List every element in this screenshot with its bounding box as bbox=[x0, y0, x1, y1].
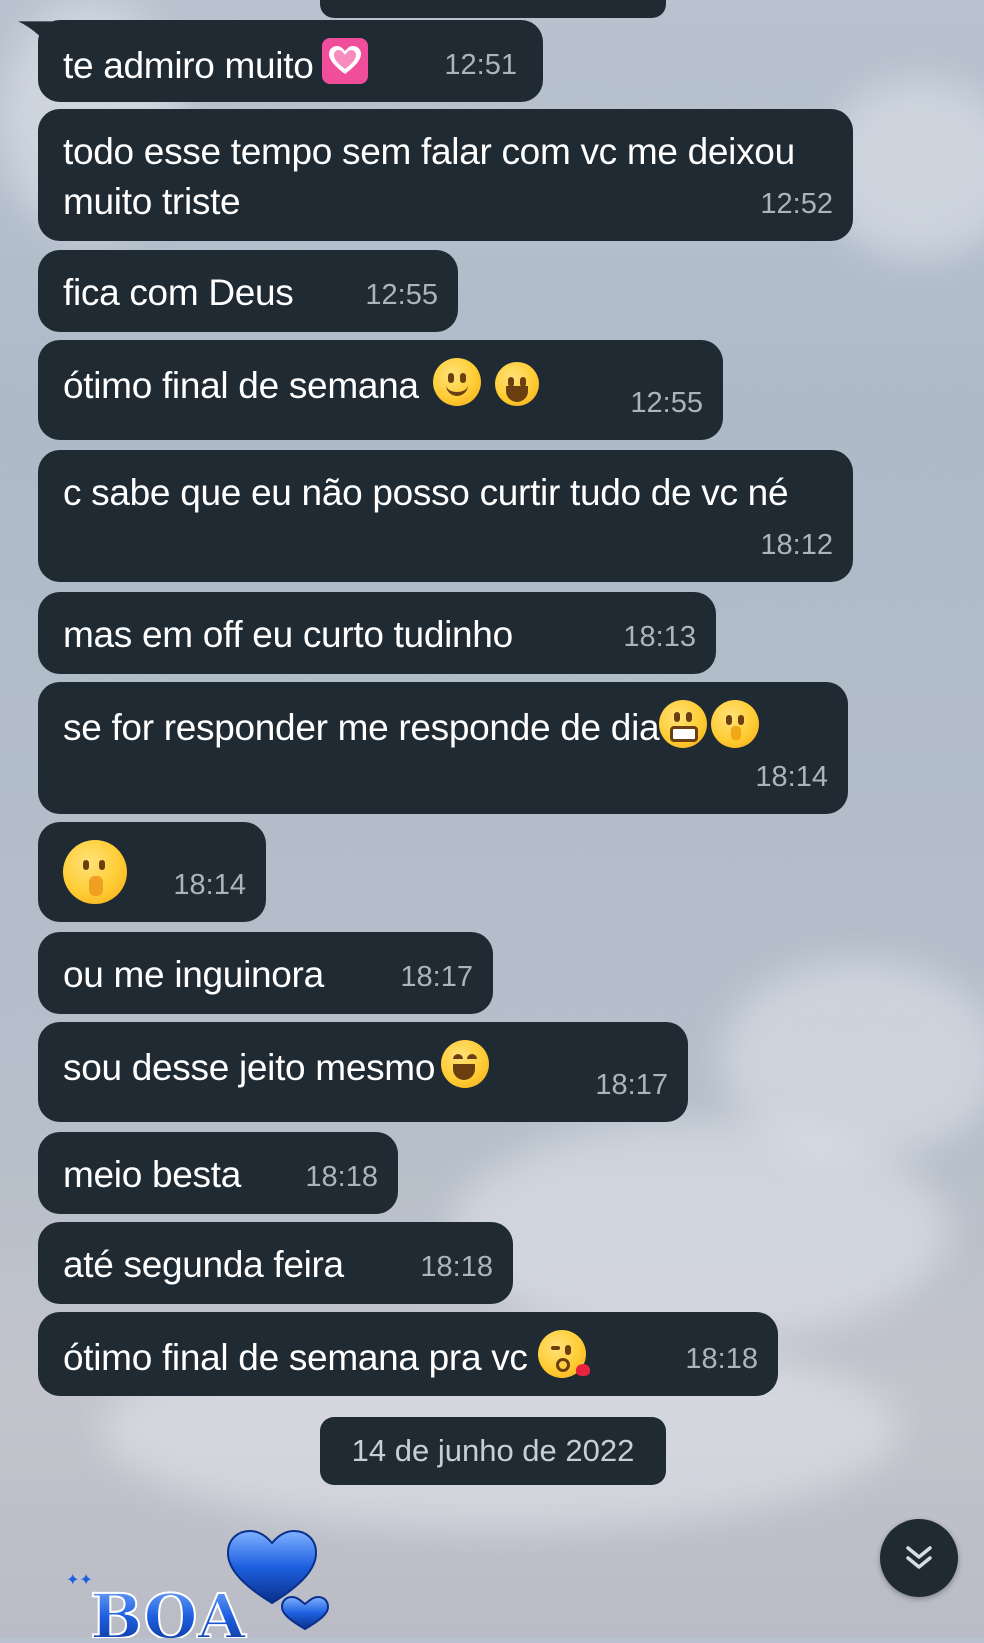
message-bubble[interactable]: ótimo final de semana 12:55 bbox=[38, 340, 723, 440]
face-blowing-kiss-icon bbox=[537, 1330, 590, 1378]
bubble-tail bbox=[18, 21, 52, 49]
message-text: te admiro muito bbox=[63, 45, 314, 86]
message-bubble[interactable]: até segunda feira 18:18 bbox=[38, 1222, 513, 1304]
heart-sticker-icon: ✦✦ BOA bbox=[66, 1529, 330, 1643]
message-bubble[interactable]: te admiro muito 12:51 bbox=[18, 20, 543, 102]
message-bubble[interactable]: ótimo final de semana pra vc 18:18 bbox=[38, 1312, 778, 1396]
message-text: c sabe que eu não posso curtir tudo de v… bbox=[63, 472, 789, 513]
date-separator: 14 de junho de 2022 bbox=[320, 1417, 666, 1485]
tears-of-joy-icon bbox=[441, 1040, 490, 1088]
message-time: 18:17 bbox=[595, 1069, 668, 1101]
message-text: sou desse jeito mesmo bbox=[63, 1047, 436, 1088]
message-text: meio besta bbox=[63, 1154, 241, 1195]
message-bubble[interactable]: mas em off eu curto tudinho 18:13 bbox=[38, 592, 716, 674]
message-time: 18:13 bbox=[623, 621, 696, 653]
svg-text:✦✦: ✦✦ bbox=[66, 1570, 93, 1589]
chat-area[interactable]: te admiro muito 12:51 todo esse tempo se… bbox=[0, 0, 984, 1643]
message-text: até segunda feira bbox=[63, 1244, 344, 1285]
message-time: 18:14 bbox=[755, 761, 828, 793]
grimace-icon bbox=[659, 700, 708, 748]
message-text: ótimo final de semana pra vc bbox=[63, 1337, 528, 1378]
message-time: 18:14 bbox=[173, 869, 246, 901]
message-bubble[interactable]: fica com Deus 12:55 bbox=[38, 250, 458, 332]
sticker-text: BOA bbox=[90, 1580, 247, 1638]
slight-smile-icon bbox=[432, 358, 481, 406]
date-separator-partial bbox=[320, 0, 666, 18]
message-text: ótimo final de semana bbox=[63, 365, 419, 406]
message-text: todo esse tempo sem falar com vc me deix… bbox=[63, 131, 795, 222]
message-time: 18:18 bbox=[685, 1343, 758, 1375]
double-chevron-down-icon bbox=[906, 1546, 932, 1569]
message-text: fica com Deus bbox=[63, 272, 294, 313]
message-time: 18:18 bbox=[420, 1251, 493, 1283]
message-text: se for responder me responde de dia bbox=[63, 707, 660, 748]
message-bubble[interactable]: todo esse tempo sem falar com vc me deix… bbox=[38, 109, 853, 241]
shush-icon bbox=[711, 700, 760, 748]
message-bubble[interactable]: meio besta 18:18 bbox=[38, 1132, 398, 1214]
scroll-to-bottom-button[interactable] bbox=[880, 1519, 958, 1597]
message-bubble[interactable]: c sabe que eu não posso curtir tudo de v… bbox=[38, 450, 853, 582]
message-bubble[interactable]: sou desse jeito mesmo 18:17 bbox=[38, 1022, 688, 1122]
heart-emoji-icon bbox=[321, 38, 368, 84]
message-text: mas em off eu curto tudinho bbox=[63, 614, 513, 655]
boa-sticker[interactable]: ✦✦ BOA bbox=[60, 1525, 340, 1643]
grinning-face-icon bbox=[494, 362, 539, 406]
message-time: 12:52 bbox=[760, 188, 833, 220]
message-time: 18:12 bbox=[760, 529, 833, 561]
message-bubble[interactable]: 18:14 bbox=[38, 822, 266, 922]
message-text: ou me inguinora bbox=[63, 954, 324, 995]
message-time: 18:17 bbox=[400, 961, 473, 993]
message-time: 12:55 bbox=[365, 279, 438, 311]
message-bubble[interactable]: se for responder me responde de dia 18:1… bbox=[38, 682, 848, 814]
shushing-face-icon bbox=[63, 840, 127, 904]
message-time: 12:55 bbox=[630, 387, 703, 419]
message-bubble[interactable]: ou me inguinora 18:17 bbox=[38, 932, 493, 1014]
message-time: 12:51 bbox=[444, 49, 517, 81]
message-time: 18:18 bbox=[305, 1161, 378, 1193]
